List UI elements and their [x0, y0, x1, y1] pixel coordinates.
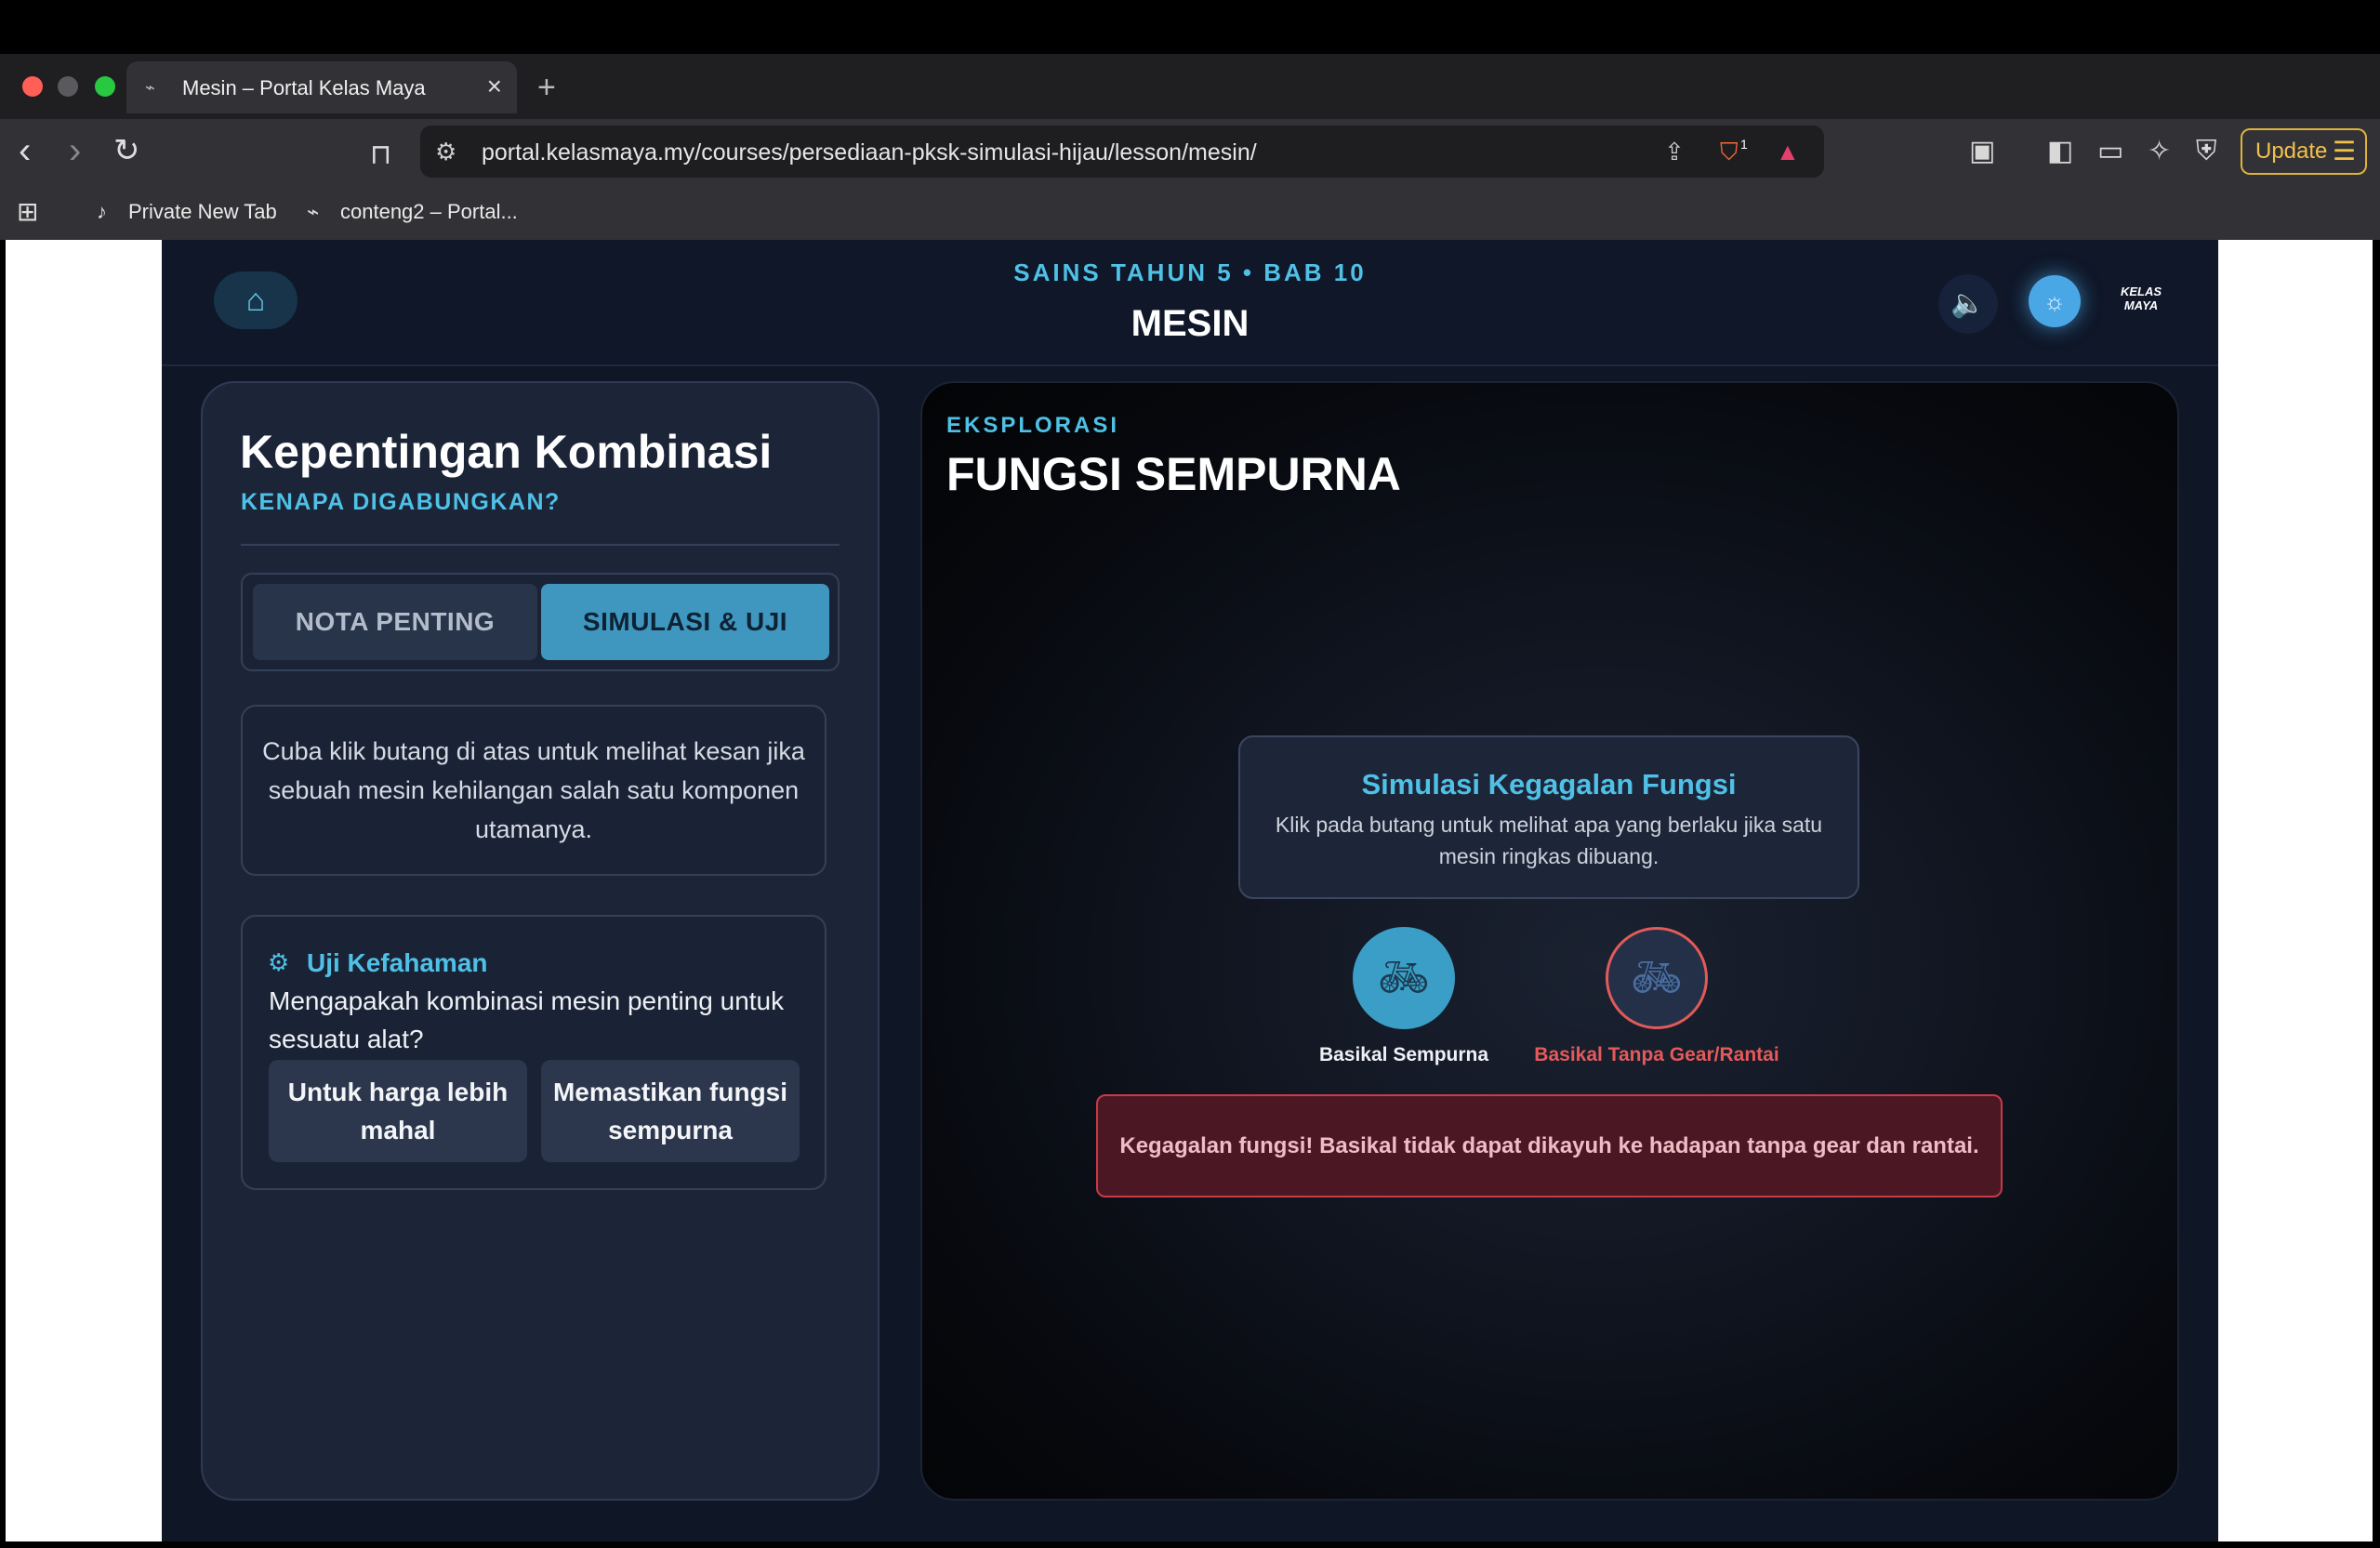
home-icon: ⌂ [245, 283, 266, 318]
exploration-title: FUNGSI SEMPURNA [946, 448, 1401, 500]
kelas-maya-logo: KELAS MAYA [2120, 284, 2162, 312]
menu-icon: ☰ [2332, 137, 2356, 165]
site-icon: ⌁ [307, 200, 320, 223]
bookmark-private-new-tab[interactable]: Private New Tab [128, 199, 277, 225]
update-label: Update [2255, 139, 2328, 164]
minimize-window-button[interactable] [58, 76, 78, 97]
forward-icon[interactable]: › [69, 130, 81, 171]
browser-tab[interactable]: ⌁ Mesin – Portal Kelas Maya × [126, 61, 517, 113]
apps-grid-icon[interactable]: ⊞ [17, 199, 38, 225]
quiz-question: Mengapakah kombinasi mesin penting untuk… [269, 986, 785, 1053]
complete-bicycle-button[interactable]: 🚲︎ [1353, 927, 1455, 1029]
broken-bicycle-button[interactable]: 🚲︎ [1606, 927, 1708, 1029]
back-icon[interactable]: ‹ [19, 130, 31, 171]
new-tab-button[interactable]: + [537, 69, 556, 106]
gear-icon: ⚙ [268, 948, 290, 976]
reader-mode-icon[interactable]: ▣ [1969, 136, 1995, 167]
brave-rewards-icon[interactable]: ▲ [1776, 137, 1800, 166]
concept-title: Kepentingan Kombinasi [240, 426, 773, 478]
simulation-title: Simulasi Kegagalan Fungsi [1361, 768, 1737, 800]
sound-toggle-button[interactable]: 🔈 [1938, 274, 1998, 334]
close-window-button[interactable] [22, 76, 43, 97]
url-text[interactable]: portal.kelasmaya.my/courses/persediaan-p… [482, 139, 1257, 166]
screen-top-bar [0, 0, 2380, 54]
site-settings-icon[interactable]: ⚙ [435, 137, 456, 166]
tab-title: Mesin – Portal Kelas Maya [182, 76, 426, 99]
tab-nota-penting[interactable]: NOTA PENTING [253, 584, 537, 660]
speaker-icon: 🔈 [1950, 288, 1986, 319]
zoom-window-button[interactable] [95, 76, 115, 97]
page-title: MESIN [1130, 303, 1250, 344]
vpn-icon[interactable]: ⛨ [2196, 136, 2217, 167]
bookmark-icon[interactable]: ⊓ [370, 135, 391, 176]
brave-shield-icon[interactable]: ⛉ [1720, 137, 1739, 166]
update-button[interactable]: Update ☰ [2241, 128, 2367, 175]
tab-simulasi-uji[interactable]: SIMULASI & UJI [541, 584, 829, 660]
close-tab-icon[interactable]: × [487, 73, 502, 100]
concept-subtitle: KENAPA DIGABUNGKAN? [241, 489, 561, 515]
breadcrumb: SAINS TAHUN 5 • BAB 10 [1013, 258, 1367, 286]
theme-toggle-button[interactable]: ☼ [2029, 275, 2081, 327]
simulation-description: Klik pada butang untuk melihat apa yang … [1275, 813, 1823, 868]
brave-shield-badge: 1 [1740, 137, 1748, 152]
site-favicon-icon: ⌁ [145, 78, 155, 97]
quiz-title: Uji Kefahaman [307, 948, 488, 977]
sidebar-icon[interactable]: ◧ [2047, 136, 2073, 167]
instruction-text: Cuba klik butang di atas untuk melihat k… [262, 737, 805, 843]
divider [241, 544, 840, 546]
sun-icon: ☼ [2043, 287, 2066, 315]
leo-ai-icon[interactable]: ✧ [2148, 136, 2171, 167]
address-bar[interactable]: ⚙ portal.kelasmaya.my/courses/persediaan… [420, 126, 1824, 178]
bicycle-icon: 🚲︎ [1378, 955, 1430, 1000]
failure-alert: Kegagalan fungsi! Basikal tidak dapat di… [1096, 1094, 2003, 1197]
home-button[interactable]: ⌂ [214, 271, 298, 329]
share-icon[interactable]: ⇪ [1664, 137, 1685, 166]
answer-button-harga[interactable]: Untuk harga lebih mahal [269, 1060, 527, 1162]
bicycle-icon: 🚲︎ [1631, 955, 1683, 1000]
wallet-icon[interactable]: ▭ [2097, 136, 2123, 167]
exploration-kicker: EKSPLORASI [946, 413, 1120, 438]
broken-bicycle-label: Basikal Tanpa Gear/Rantai [1534, 1044, 1779, 1065]
tiktok-icon: ♪ [97, 200, 107, 223]
exploration-card [920, 381, 2179, 1501]
bookmark-conteng2[interactable]: conteng2 – Portal... [340, 199, 518, 225]
answer-button-fungsi[interactable]: Memastikan fungsi sempurna [541, 1060, 800, 1162]
reload-icon[interactable]: ↻ [113, 130, 140, 171]
